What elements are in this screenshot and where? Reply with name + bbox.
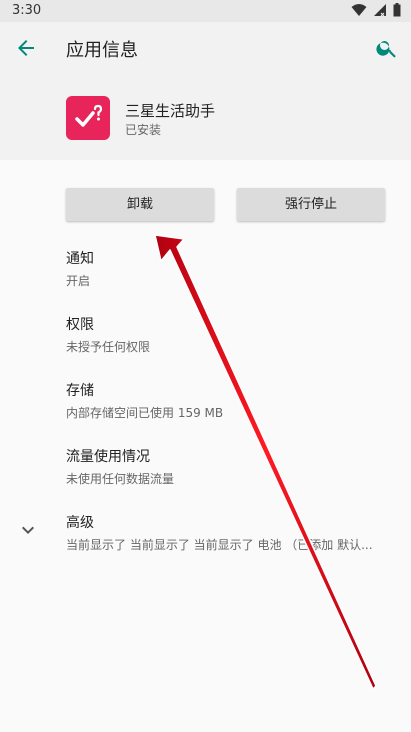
force-stop-button[interactable]: 强行停止 [237,188,385,221]
checkmark-question-icon [75,104,103,127]
page-title: 应用信息 [66,40,138,61]
wifi-icon [351,4,367,16]
chevron-down-icon[interactable] [16,518,40,542]
row-title: 权限 [66,317,94,333]
settings-row-permissions[interactable]: 权限 未授予任何权限 [66,314,406,355]
row-title: 流量使用情况 [66,449,150,465]
settings-row-data-usage[interactable]: 流量使用情况 未使用任何数据流量 [66,446,406,487]
settings-row-advanced[interactable]: 高级 当前显示了 当前显示了 当前显示了 电池 （已添加 默认... [66,512,398,553]
row-title: 存储 [66,383,94,399]
row-subtitle: 未授予任何权限 [66,340,151,354]
row-title: 高级 [66,515,94,531]
row-subtitle: 内部存储空间已使用 159 MB [66,406,224,420]
app-info-content: 卸载 强行停止 通知 开启 权限 未授予任何权限 存储 内部存储空间已使用 15… [0,160,411,732]
battery-icon [393,3,401,17]
uninstall-button[interactable]: 卸载 [66,188,214,221]
status-bar: 3:30 [0,0,411,22]
search-icon[interactable] [375,36,399,60]
app-name: 三星生活助手 [125,102,216,120]
row-subtitle: 当前显示了 当前显示了 当前显示了 电池 （已添加 默认... [66,538,373,552]
app-header: 三星生活助手 已安装 [0,74,411,160]
status-icons [351,3,401,17]
app-icon [66,96,110,140]
row-title: 通知 [66,251,94,267]
row-subtitle: 未使用任何数据流量 [66,472,175,486]
arrow-back-icon[interactable] [14,36,38,60]
settings-row-notifications[interactable]: 通知 开启 [66,248,406,289]
signal-icon [374,4,386,17]
row-subtitle: 开启 [66,274,91,288]
app-bar: 应用信息 [0,22,411,74]
app-install-status: 已安装 [125,123,162,137]
status-time: 3:30 [12,3,42,18]
settings-row-storage[interactable]: 存储 内部存储空间已使用 159 MB [66,380,406,421]
